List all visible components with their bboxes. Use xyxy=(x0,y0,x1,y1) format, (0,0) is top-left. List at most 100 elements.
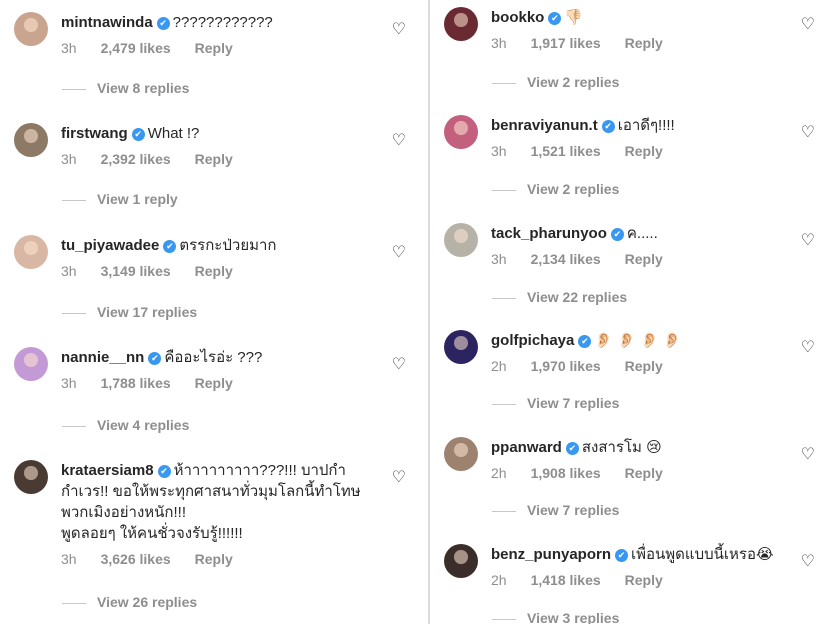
replies-dash xyxy=(492,189,516,191)
reply-button[interactable]: Reply xyxy=(625,251,663,267)
comment-timestamp[interactable]: 3h xyxy=(61,263,77,279)
avatar[interactable] xyxy=(14,347,48,381)
comment-timestamp[interactable]: 3h xyxy=(491,143,507,159)
like-heart-icon[interactable]: ♡ xyxy=(801,340,815,356)
avatar[interactable] xyxy=(444,115,478,149)
comment-line: tack_pharunyoo ✔ ค..... xyxy=(491,223,787,244)
reply-button[interactable]: Reply xyxy=(625,572,663,588)
like-heart-icon[interactable]: ♡ xyxy=(801,125,815,141)
comments-column-right: bookko ✔ 👎🏻 3h 1,917 likes Reply ♡ View 2 repli… xyxy=(430,0,837,624)
comment-meta: 3h 1,788 likes Reply xyxy=(61,375,378,391)
view-replies-label: View 7 replies xyxy=(527,395,620,411)
view-replies-button[interactable]: View 7 replies xyxy=(492,502,619,518)
username-link[interactable]: nannie__nn xyxy=(61,349,144,366)
view-replies-button[interactable]: View 3 replies xyxy=(492,610,619,624)
replies-dash xyxy=(492,618,516,620)
comment-meta: 3h 3,149 likes Reply xyxy=(61,263,378,279)
comments-column-left: mintnawinda ✔???????????? 3h 2,479 likes Rep… xyxy=(0,0,428,624)
view-replies-label: View 2 replies xyxy=(527,181,620,197)
comment-timestamp[interactable]: 3h xyxy=(61,40,77,56)
avatar[interactable] xyxy=(444,330,478,364)
reply-button[interactable]: Reply xyxy=(195,551,233,567)
avatar[interactable] xyxy=(14,235,48,269)
avatar[interactable] xyxy=(444,544,478,578)
comment-line: krataersiam8 ✔ ห้าาาาาาาาา???!!! บาปกำ กำเว… xyxy=(61,460,378,544)
avatar[interactable] xyxy=(444,7,478,41)
like-heart-icon[interactable]: ♡ xyxy=(392,470,406,486)
comment-line: bookko ✔ 👎🏻 xyxy=(491,7,787,28)
reply-button[interactable]: Reply xyxy=(195,40,233,56)
avatar[interactable] xyxy=(14,12,48,46)
view-replies-button[interactable]: View 8 replies xyxy=(62,80,189,96)
avatar[interactable] xyxy=(444,223,478,257)
comment-body: krataersiam8 ✔ ห้าาาาาาาาา???!!! บาปกำ กำเว… xyxy=(61,460,378,567)
view-replies-button[interactable]: View 1 reply xyxy=(62,191,178,207)
comment-text: เอาดีๆ!!!! xyxy=(617,117,675,134)
likes-count[interactable]: 2,134 likes xyxy=(531,251,601,267)
reply-button[interactable]: Reply xyxy=(625,143,663,159)
likes-count[interactable]: 1,908 likes xyxy=(531,465,601,481)
comment-text-line: กำเวร!! ขอให้พระทุกศาสนาทั่วมุมโลกนี้ทำโ… xyxy=(61,483,361,500)
like-heart-icon[interactable]: ♡ xyxy=(801,554,815,570)
comment-body: golfpichaya ✔ 👂🏻 👂🏻 👂🏻 👂🏻 2h 1,970 likes Repl… xyxy=(491,330,787,374)
like-heart-icon[interactable]: ♡ xyxy=(392,357,406,373)
verified-badge-icon: ✔ xyxy=(548,12,562,25)
view-replies-button[interactable]: View 4 replies xyxy=(62,417,189,433)
comment-timestamp[interactable]: 3h xyxy=(491,251,507,267)
view-replies-button[interactable]: View 2 replies xyxy=(492,181,619,197)
username-link[interactable]: firstwang xyxy=(61,125,128,142)
avatar[interactable] xyxy=(14,460,48,494)
reply-button[interactable]: Reply xyxy=(195,375,233,391)
view-replies-label: View 17 replies xyxy=(97,304,198,320)
reply-button[interactable]: Reply xyxy=(625,35,663,51)
like-heart-icon[interactable]: ♡ xyxy=(801,447,815,463)
like-heart-icon[interactable]: ♡ xyxy=(392,133,406,149)
like-heart-icon[interactable]: ♡ xyxy=(801,233,815,249)
comment-timestamp[interactable]: 3h xyxy=(61,375,77,391)
reply-button[interactable]: Reply xyxy=(625,358,663,374)
comment-meta: 2h 1,418 likes Reply xyxy=(491,572,787,588)
likes-count[interactable]: 1,788 likes xyxy=(101,375,171,391)
replies-dash xyxy=(492,510,516,512)
comment-timestamp[interactable]: 3h xyxy=(491,35,507,51)
like-heart-icon[interactable]: ♡ xyxy=(392,22,406,38)
username-link[interactable]: tu_piyawadee xyxy=(61,237,159,254)
likes-count[interactable]: 1,970 likes xyxy=(531,358,601,374)
view-replies-button[interactable]: View 26 replies xyxy=(62,594,197,610)
view-replies-button[interactable]: View 7 replies xyxy=(492,395,619,411)
likes-count[interactable]: 1,917 likes xyxy=(531,35,601,51)
comment-meta: 3h 3,626 likes Reply xyxy=(61,551,378,567)
likes-count[interactable]: 1,521 likes xyxy=(531,143,601,159)
likes-count[interactable]: 2,479 likes xyxy=(101,40,171,56)
view-replies-button[interactable]: View 22 replies xyxy=(492,289,627,305)
username-link[interactable]: golfpichaya xyxy=(491,332,574,349)
comment-meta: 3h 1,521 likes Reply xyxy=(491,143,787,159)
likes-count[interactable]: 1,418 likes xyxy=(531,572,601,588)
avatar[interactable] xyxy=(444,437,478,471)
likes-count[interactable]: 3,149 likes xyxy=(101,263,171,279)
username-link[interactable]: bookko xyxy=(491,9,544,26)
username-link[interactable]: tack_pharunyoo xyxy=(491,225,607,242)
username-link[interactable]: mintnawinda xyxy=(61,14,153,31)
likes-count[interactable]: 2,392 likes xyxy=(101,151,171,167)
like-heart-icon[interactable]: ♡ xyxy=(801,17,815,33)
view-replies-label: View 8 replies xyxy=(97,80,190,96)
reply-button[interactable]: Reply xyxy=(625,465,663,481)
username-link[interactable]: krataersiam8 xyxy=(61,462,154,479)
avatar[interactable] xyxy=(14,123,48,157)
view-replies-button[interactable]: View 2 replies xyxy=(492,74,619,90)
comment-timestamp[interactable]: 2h xyxy=(491,465,507,481)
reply-button[interactable]: Reply xyxy=(195,263,233,279)
comment-timestamp[interactable]: 2h xyxy=(491,358,507,374)
comment-timestamp[interactable]: 2h xyxy=(491,572,507,588)
username-link[interactable]: benz_punyaporn xyxy=(491,546,611,563)
comment-timestamp[interactable]: 3h xyxy=(61,151,77,167)
username-link[interactable]: ppanward xyxy=(491,439,562,456)
like-heart-icon[interactable]: ♡ xyxy=(392,245,406,261)
comment-timestamp[interactable]: 3h xyxy=(61,551,77,567)
username-link[interactable]: benraviyanun.t xyxy=(491,117,598,134)
view-replies-button[interactable]: View 17 replies xyxy=(62,304,197,320)
reply-button[interactable]: Reply xyxy=(195,151,233,167)
likes-count[interactable]: 3,626 likes xyxy=(101,551,171,567)
comment-text: 👂🏻 👂🏻 👂🏻 👂🏻 xyxy=(594,332,682,349)
